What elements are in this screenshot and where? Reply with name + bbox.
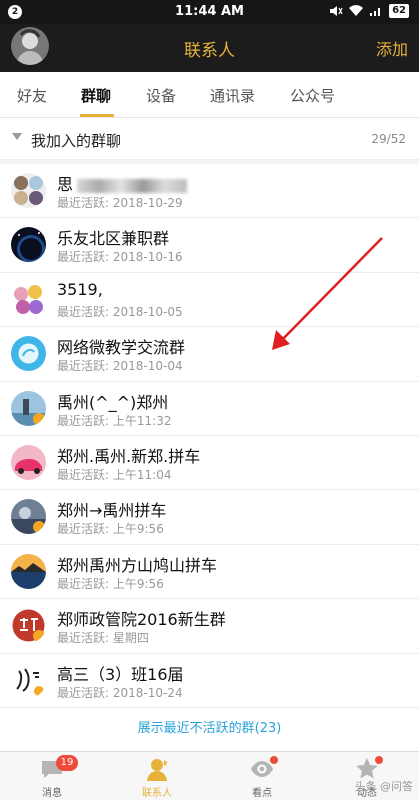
group-item[interactable]: 乐友北区兼职群 最近活跃: 2018-10-16 xyxy=(0,218,419,273)
tab-groups[interactable]: 群聊 xyxy=(81,85,111,106)
nav-contacts[interactable]: 联系人 xyxy=(127,756,187,799)
tab-address-book[interactable]: 通讯录 xyxy=(210,85,255,106)
group-last-active: 最近活跃: 上午11:04 xyxy=(57,467,172,482)
contact-tabs: 好友 群聊 设备 通讯录 公众号 xyxy=(0,72,419,118)
eye-icon xyxy=(249,756,278,782)
tab-friends[interactable]: 好友 xyxy=(17,85,47,106)
active-tab-indicator xyxy=(80,114,114,117)
redacted-text xyxy=(77,178,188,193)
section-label: 我加入的群聊 xyxy=(31,132,122,150)
group-item[interactable]: 禹州(^_^)郑州 最近活跃: 上午11:32 xyxy=(0,382,419,436)
group-name: 网络微教学交流群 xyxy=(57,338,186,358)
group-avatar xyxy=(11,662,46,698)
group-name: 高三（3）班16届 xyxy=(57,664,184,684)
section-count: 29/52 xyxy=(371,132,406,146)
group-last-active: 最近活跃: 上午9:56 xyxy=(57,576,164,591)
battery-level: 62 xyxy=(389,4,409,18)
group-avatar xyxy=(11,227,46,263)
watermark-text: 头条 @问答 xyxy=(354,780,414,793)
group-avatar xyxy=(11,390,46,426)
tab-devices[interactable]: 设备 xyxy=(146,85,176,106)
nav-discover[interactable]: 看点 xyxy=(232,756,292,799)
wifi-icon xyxy=(349,5,364,17)
group-last-active: 最近活跃: 上午9:56 xyxy=(57,522,164,537)
joined-groups-section[interactable]: 我加入的群聊 29/52 xyxy=(0,118,419,160)
group-item[interactable]: 郑州禹州方山鸠山拼车 最近活跃: 上午9:56 xyxy=(0,545,419,600)
group-last-active: 最近活跃: 2018-10-29 xyxy=(57,196,183,210)
add-button[interactable]: 添加 xyxy=(376,36,408,60)
group-last-active: 最近活跃: 星期四 xyxy=(57,631,149,646)
group-avatar xyxy=(11,608,46,644)
nav-moments-dot xyxy=(375,756,383,764)
group-name: 思 xyxy=(57,171,188,195)
group-last-active: 最近活跃: 上午11:32 xyxy=(57,413,172,428)
group-name: 郑师政管院2016新生群 xyxy=(57,610,226,630)
group-avatar xyxy=(11,173,46,208)
group-item[interactable]: 高三（3）班16届 最近活跃: 2018-10-24 xyxy=(0,654,419,708)
show-inactive-groups-link[interactable]: 展示最近不活跃的群(23) xyxy=(0,708,419,750)
group-item[interactable]: 郑师政管院2016新生群 最近活跃: 星期四 xyxy=(0,599,419,654)
group-item[interactable]: 郑州→禹州拼车 最近活跃: 上午9:56 xyxy=(0,490,419,545)
group-last-active: 最近活跃: 2018-10-05 xyxy=(57,304,183,319)
group-name: 乐友北区兼职群 xyxy=(57,229,170,249)
group-avatar xyxy=(11,444,46,480)
group-avatar xyxy=(11,499,46,535)
page-title: 联系人 xyxy=(184,41,235,61)
group-name: 禹州(^_^)郑州 xyxy=(57,392,169,412)
tab-public-accounts[interactable]: 公众号 xyxy=(290,85,335,106)
group-last-active: 最近活跃: 2018-10-04 xyxy=(57,359,183,374)
group-item[interactable]: 网络微教学交流群 最近活跃: 2018-10-04 xyxy=(0,327,419,382)
caret-down-icon xyxy=(12,133,22,140)
group-avatar xyxy=(11,281,46,317)
group-item[interactable]: 思 最近活跃: 2018-10-29 xyxy=(0,164,419,219)
contacts-icon xyxy=(144,756,170,782)
bottom-nav: 消息 19 联系人 看点 动态 头条 @问答 xyxy=(0,751,419,800)
group-item[interactable]: 郑州.禹州.新郑.拼车 最近活跃: 上午11:04 xyxy=(0,436,419,491)
group-list: 思 最近活跃: 2018-10-29 乐友北区兼职群 最近活跃: 2018-10… xyxy=(0,164,419,708)
group-avatar xyxy=(11,336,46,372)
group-name: 3519, xyxy=(57,279,103,299)
group-name: 郑州→禹州拼车 xyxy=(57,501,167,521)
message-count-badge: 19 xyxy=(56,755,78,771)
group-name: 郑州.禹州.新郑.拼车 xyxy=(57,446,201,466)
group-last-active: 最近活跃: 2018-10-24 xyxy=(57,685,183,700)
group-item[interactable]: 3519, 最近活跃: 2018-10-05 xyxy=(0,273,419,328)
group-name: 郑州禹州方山鸠山拼车 xyxy=(57,555,218,575)
status-bar: 2 11:44 AM 62 xyxy=(0,0,419,24)
title-bar: 联系人 添加 xyxy=(0,24,419,72)
signal-icon xyxy=(370,8,381,16)
mute-icon xyxy=(330,6,343,16)
status-icons: 62 xyxy=(329,4,409,18)
group-last-active: 最近活跃: 2018-10-16 xyxy=(57,250,183,265)
group-avatar xyxy=(11,553,46,589)
nav-discover-dot xyxy=(270,756,278,764)
